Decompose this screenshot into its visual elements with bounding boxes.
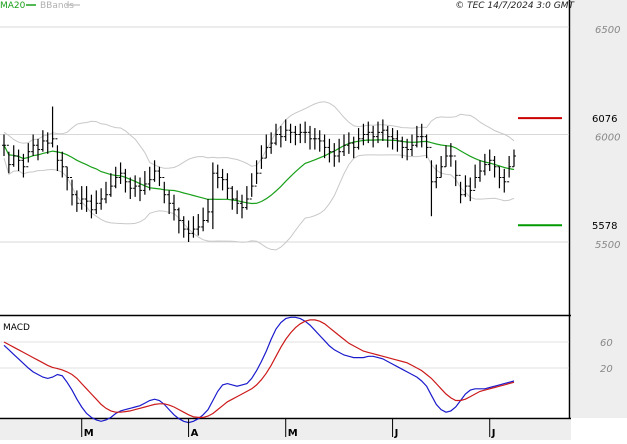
macd-title: MACD	[3, 323, 30, 333]
macd-tick-label: 20	[600, 364, 613, 375]
right-axis-strip	[571, 0, 627, 418]
price-tick-label: 6500	[595, 25, 620, 36]
price-tick-label: 5500	[595, 240, 620, 251]
month-label: M	[84, 428, 94, 439]
month-label: A	[191, 428, 199, 439]
price-panel	[0, 0, 569, 315]
month-label: J	[491, 428, 496, 439]
bbands-legend-label: BBands	[40, 1, 74, 11]
copyright-text: © TEC 14/7/2024 3:0 GMT	[455, 1, 575, 11]
price-tick-label: 6000	[595, 133, 620, 144]
month-label: M	[288, 428, 298, 439]
price-level-label: 5578	[592, 221, 617, 232]
month-label: J	[394, 428, 399, 439]
price-level-label: 6076	[592, 114, 617, 125]
ma20-legend-label: MA20	[0, 1, 26, 11]
chart-stage: 6076 5578 6500 6000 5500 60 20 M A M J J MA20 BBa…	[0, 0, 627, 440]
chart-canvas: 6076 5578 6500 6000 5500 60 20 M A M J J MA20 BBa…	[0, 0, 627, 440]
macd-tick-label: 60	[600, 338, 613, 349]
